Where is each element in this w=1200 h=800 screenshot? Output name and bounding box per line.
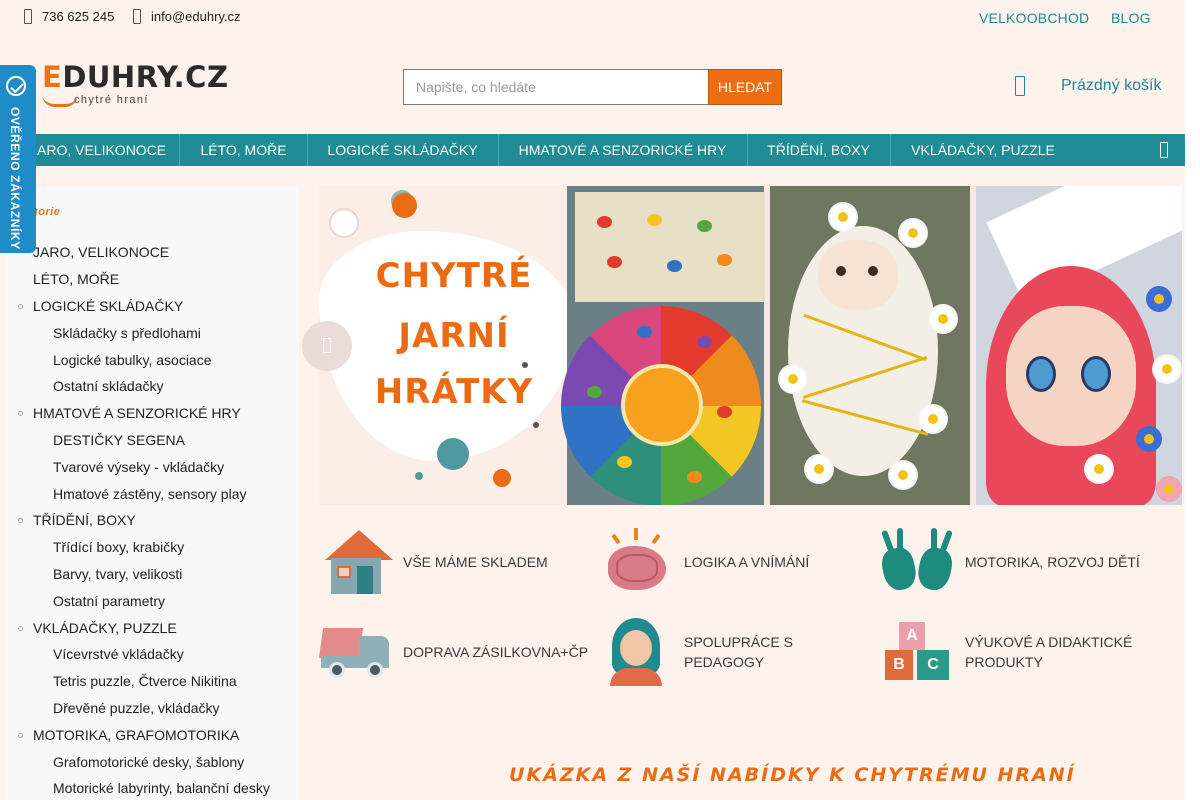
main-navigation: JARO, VELIKONOCE LÉTO, MOŘE LOGICKÉ SKLÁ…	[0, 134, 1185, 166]
phone-icon	[24, 9, 32, 24]
bullet-icon	[18, 733, 23, 738]
hero-banner[interactable]: CHYTRÉ JARNÍ HRÁTKY	[319, 186, 1182, 505]
verified-by-customers-badge[interactable]: OVĚŘENO ZÁKAZNÍKY	[0, 65, 36, 253]
site-logo[interactable]: EDUHRY.CZ chytré hraní	[34, 56, 228, 112]
menu-icon[interactable]	[1160, 142, 1168, 158]
search-button[interactable]: HLEDAT	[708, 69, 782, 105]
nav-item-sensory-games[interactable]: HMATOVÉ A SENZORICKÉ HRY	[498, 134, 748, 166]
feature-didactic: A B C VÝUKOVÉ A DIDAKTICKÉ PRODUKTY	[881, 618, 1155, 686]
feature-teachers: SPOLUPRÁCE S PEDAGOGY	[600, 618, 804, 686]
sidebar-item-logic-puzzles[interactable]: LOGICKÉ SKLÁDAČKY	[18, 298, 183, 314]
sidebar-subitem[interactable]: Skládačky s předlohami	[53, 325, 201, 341]
feature-in-stock: VŠE MÁME SKLADEM	[319, 528, 548, 596]
banner-image-doll-cards	[976, 186, 1182, 505]
top-bar: 736 625 245 info@eduhry.cz VELKOOBCHOD B…	[0, 0, 1185, 36]
banner-image-ladybug-board	[561, 186, 765, 505]
wholesale-link[interactable]: VELKOOBCHOD	[979, 10, 1089, 26]
banner-line-3: HRÁTKY	[374, 372, 534, 412]
banner-line-2: JARNÍ	[398, 316, 510, 356]
verified-seal-icon	[6, 76, 26, 96]
bullet-icon	[18, 304, 23, 309]
sidebar-subitem[interactable]: Ostatní parametry	[53, 593, 165, 609]
house-icon	[319, 528, 393, 596]
cart-link[interactable]: Prázdný košík	[1015, 76, 1161, 96]
feature-label: LOGIKA A VNÍMÁNÍ	[684, 554, 810, 570]
sidebar-item-summer[interactable]: LÉTO, MOŘE	[33, 271, 119, 287]
logo-wordmark: EDUHRY.CZ	[42, 60, 229, 94]
feature-label: MOTORIKA, ROZVOJ DĚTÍ	[965, 554, 1140, 570]
sidebar-subitem[interactable]: Vícevrstvé vkládačky	[53, 646, 184, 662]
sidebar-item-sensory-games[interactable]: HMATOVÉ A SENZORICKÉ HRY	[18, 405, 241, 421]
sidebar-subitem[interactable]: DESTIČKY SEGENA	[53, 432, 185, 448]
sidebar-subitem[interactable]: Barvy, tvary, velikosti	[53, 566, 182, 582]
sidebar-item-sorting-boxes[interactable]: TŘÍDĚNÍ, BOXY	[18, 512, 136, 528]
email-address: info@eduhry.cz	[151, 9, 241, 24]
bullet-icon	[18, 626, 23, 631]
mail-icon	[133, 9, 141, 24]
nav-item-insert-puzzles[interactable]: VKLÁDAČKY, PUZZLE	[890, 134, 1076, 166]
promo-heading: UKÁZKA Z NAŠÍ NABÍDKY K CHYTRÉMU HRANÍ	[509, 764, 1076, 786]
arrow-left-icon	[323, 338, 331, 353]
sidebar-subitem[interactable]: Tvarové výseky - vkládačky	[53, 459, 224, 475]
blog-link[interactable]: BLOG	[1111, 10, 1151, 26]
feature-label: VŠE MÁME SKLADEM	[403, 554, 548, 570]
truck-icon	[318, 618, 391, 686]
sidebar-subitem[interactable]: Ostatní skládačky	[53, 378, 164, 394]
brain-icon	[600, 528, 672, 596]
sidebar-item-insert-puzzles[interactable]: VKLÁDAČKY, PUZZLE	[18, 620, 177, 636]
category-sidebar: gorie JARO, VELIKONOCE LÉTO, MOŘE LOGICK…	[5, 186, 299, 800]
phone-link[interactable]: 736 625 245	[24, 9, 114, 24]
feature-shipping: DOPRAVA ZÁSILKOVNA+ČP	[318, 618, 589, 686]
sidebar-subitem[interactable]: Motorické labyrinty, balanční desky	[53, 780, 270, 796]
cart-label: Prázdný košík	[1061, 77, 1162, 94]
logo-smile-icon	[42, 94, 78, 107]
sidebar-item-motor-skills[interactable]: MOTORIKA, GRAFOMOTORIKA	[18, 727, 239, 743]
nav-item-summer[interactable]: LÉTO, MOŘE	[180, 134, 308, 166]
sidebar-subitem[interactable]: Logické tabulky, asociace	[53, 352, 212, 368]
banner-text-panel: CHYTRÉ JARNÍ HRÁTKY	[319, 186, 575, 505]
bullet-icon	[18, 411, 23, 416]
banner-prev-button[interactable]	[302, 321, 352, 371]
shopping-bag-icon	[1015, 76, 1025, 96]
teacher-icon	[600, 618, 672, 686]
nav-item-logic-puzzles[interactable]: LOGICKÉ SKLÁDAČKY	[307, 134, 499, 166]
feature-logic: LOGIKA A VNÍMÁNÍ	[600, 528, 809, 596]
sidebar-subitem[interactable]: Grafomotorické desky, šablony	[53, 754, 244, 770]
banner-line-1: CHYTRÉ	[375, 256, 533, 296]
email-link[interactable]: info@eduhry.cz	[133, 9, 241, 24]
nav-item-sorting-boxes[interactable]: TŘÍDĚNÍ, BOXY	[747, 134, 891, 166]
sidebar-subitem[interactable]: Tetris puzzle, Čtverce Nikitina	[53, 673, 237, 689]
bullet-icon	[18, 518, 23, 523]
feature-label: VÝUKOVÉ A DIDAKTICKÉ PRODUKTY	[965, 634, 1133, 670]
phone-number: 736 625 245	[42, 9, 115, 24]
badge-text: OVĚŘENO ZÁKAZNÍKY	[8, 107, 22, 250]
banner-image-lamb-lacing	[770, 186, 970, 505]
feature-label: SPOLUPRÁCE S PEDAGOGY	[684, 634, 793, 670]
search-form: HLEDAT	[403, 69, 782, 105]
sidebar-subitem[interactable]: Třídící boxy, krabičky	[53, 539, 184, 555]
sidebar-item-spring[interactable]: JARO, VELIKONOCE	[33, 244, 169, 260]
search-input[interactable]	[403, 69, 708, 105]
sidebar-subitem[interactable]: Dřevěné puzzle, vkládačky	[53, 700, 220, 716]
sidebar-subitem[interactable]: Hmatové zástěny, sensory play	[53, 486, 247, 502]
hands-icon	[878, 528, 956, 596]
feature-motor-skills: MOTORIKA, ROZVOJ DĚTÍ	[878, 528, 1140, 596]
logo-tagline: chytré hraní	[74, 94, 149, 106]
abc-blocks-icon: A B C	[881, 618, 953, 686]
feature-label: DOPRAVA ZÁSILKOVNA+ČP	[403, 644, 589, 660]
